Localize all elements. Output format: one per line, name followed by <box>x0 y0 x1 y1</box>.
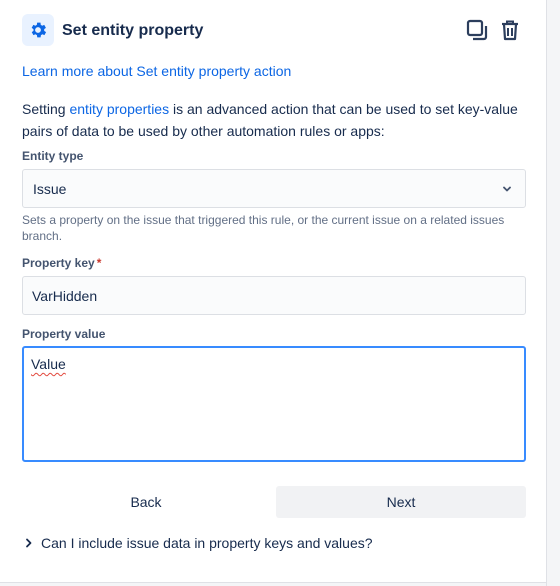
entity-type-value: Issue <box>33 181 67 197</box>
panel-bottom-edge <box>0 582 546 586</box>
gear-icon <box>22 14 54 46</box>
description-prefix: Setting <box>22 101 70 117</box>
required-mark: * <box>96 256 102 270</box>
action-header: Set entity property <box>22 14 528 48</box>
property-key-input[interactable]: VarHidden <box>22 276 526 315</box>
property-value-label: Property value <box>22 327 106 341</box>
property-key-label: Property key * <box>22 256 101 270</box>
chevron-right-icon <box>26 538 32 548</box>
property-value-text: Value <box>31 356 66 372</box>
faq-text: Can I include issue data in property key… <box>41 535 373 551</box>
entity-properties-link[interactable]: entity properties <box>69 101 169 117</box>
copy-button[interactable] <box>464 16 490 44</box>
entity-type-help: Sets a property on the issue that trigge… <box>22 213 505 243</box>
property-key-label-text: Property key <box>22 256 95 270</box>
learn-more-link[interactable]: Learn more about Set entity property act… <box>22 63 291 79</box>
chevron-down-icon <box>503 186 511 192</box>
panel-right-edge <box>546 0 560 586</box>
entity-type-label: Entity type <box>22 149 84 163</box>
property-key-value: VarHidden <box>32 288 98 304</box>
next-button[interactable]: Next <box>276 486 526 518</box>
copy-icon <box>466 19 488 41</box>
faq-expander[interactable]: Can I include issue data in property key… <box>22 533 526 553</box>
back-button[interactable]: Back <box>22 486 270 518</box>
property-value-textarea[interactable]: Value <box>22 346 526 462</box>
action-title: Set entity property <box>62 22 204 39</box>
delete-button[interactable] <box>497 16 523 44</box>
trash-icon <box>502 20 518 41</box>
action-description: Setting entity properties is an advanced… <box>22 98 526 142</box>
entity-type-select[interactable]: Issue <box>22 169 526 208</box>
